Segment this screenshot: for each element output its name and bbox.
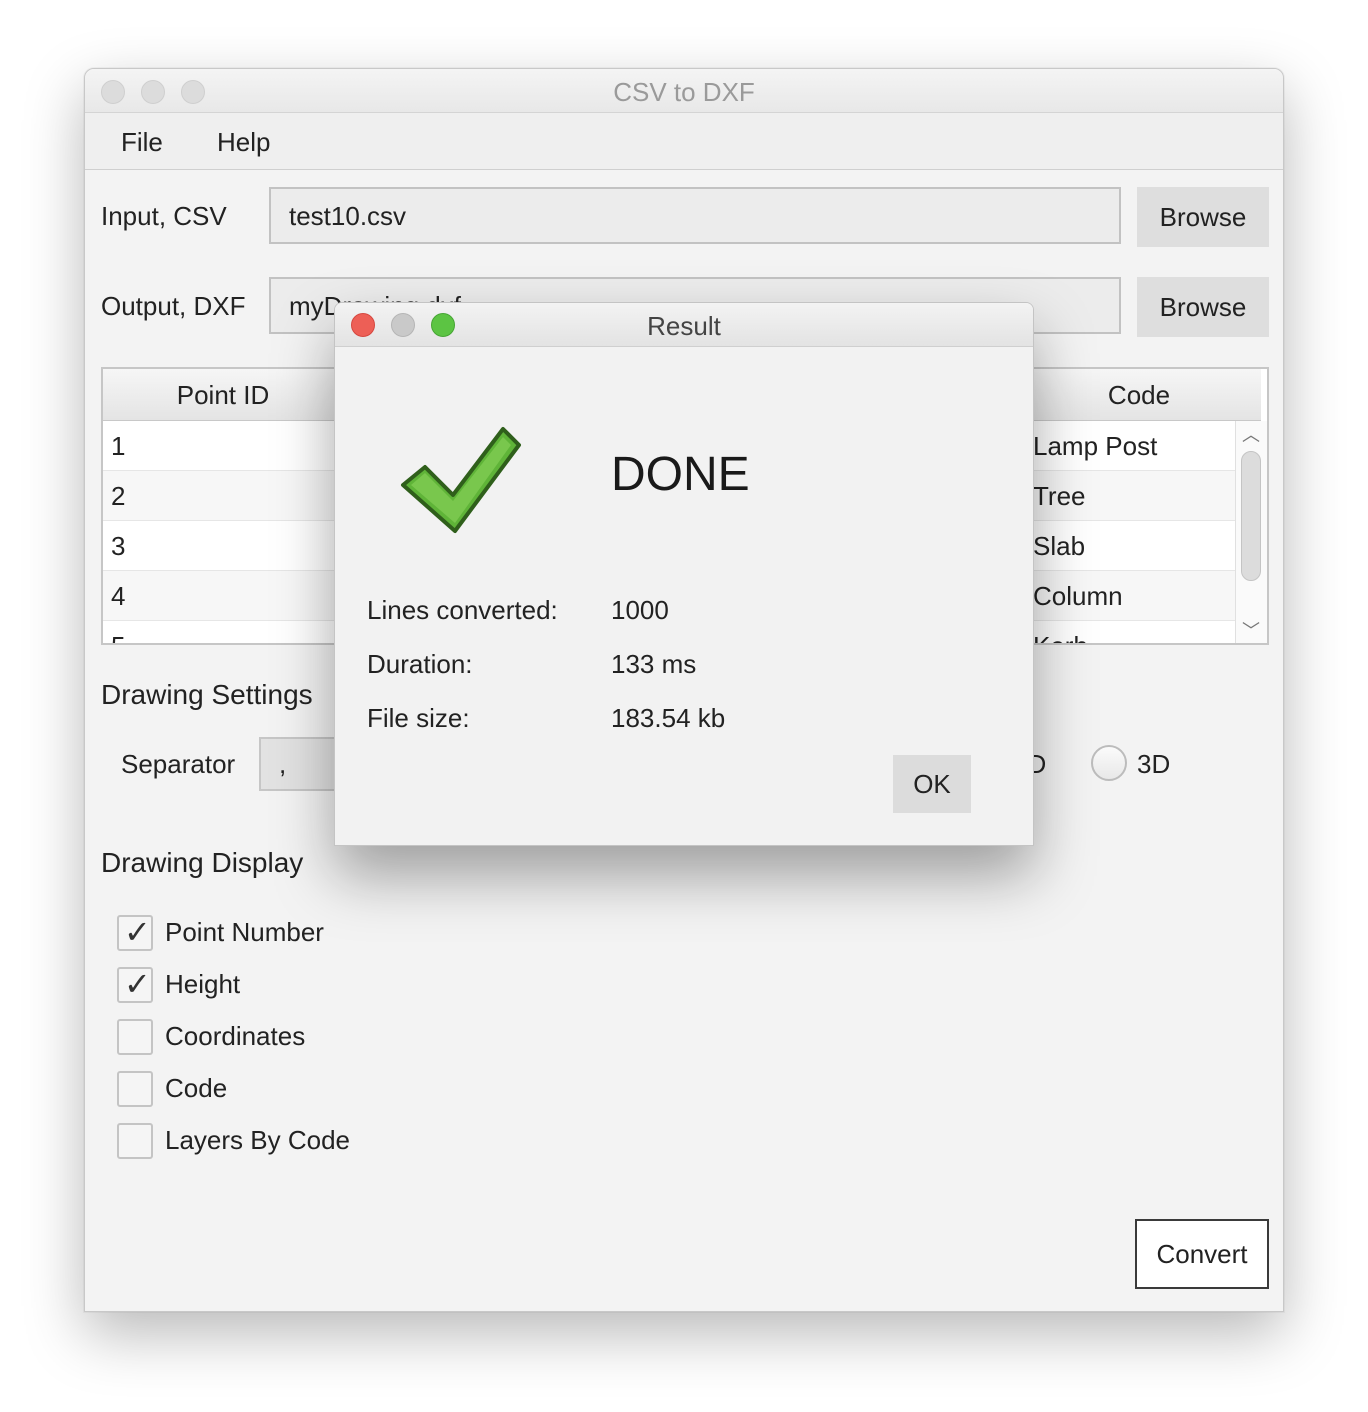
- checkmark-icon: [401, 427, 521, 533]
- cell-code: Kerb: [1033, 631, 1088, 643]
- cell-point-id: 5: [111, 631, 125, 643]
- input-csv-label: Input, CSV: [101, 201, 227, 231]
- window-titlebar: CSV to DXF: [85, 69, 1283, 113]
- checkbox-box[interactable]: [117, 1123, 153, 1159]
- checkbox-box[interactable]: [117, 1019, 153, 1055]
- lines-converted-label: Lines converted:: [367, 595, 558, 625]
- column-header-code[interactable]: Code: [1017, 369, 1261, 421]
- checkbox-box[interactable]: ✓: [117, 966, 153, 1003]
- duration-value: 133 ms: [611, 649, 697, 679]
- cell-point-id: 2: [111, 481, 126, 511]
- scrollbar-thumb[interactable]: [1241, 451, 1261, 581]
- menu-file[interactable]: File: [121, 127, 163, 158]
- cell-point-id: 4: [111, 581, 126, 611]
- scroll-up-icon[interactable]: ︿: [1242, 421, 1260, 447]
- dialog-titlebar: Result: [335, 303, 1033, 347]
- window-title: CSV to DXF: [613, 77, 755, 107]
- menubar: File Help: [85, 113, 1283, 170]
- checkbox-label: Code: [165, 1073, 228, 1103]
- checkbox-label: Height: [165, 969, 241, 999]
- drawing-display-title: Drawing Display: [101, 847, 304, 878]
- table-scrollbar[interactable]: ︿ ﹀: [1235, 421, 1267, 643]
- checkbox-box[interactable]: [117, 1071, 153, 1107]
- cell-point-id: 1: [111, 431, 126, 461]
- scroll-down-icon[interactable]: ﹀: [1242, 617, 1260, 643]
- result-dialog: Result DONE Lines converted: 1000 Durati…: [334, 302, 1034, 846]
- cell-code: Column: [1033, 581, 1123, 611]
- menu-help[interactable]: Help: [217, 127, 270, 158]
- file-size-label: File size:: [367, 703, 470, 733]
- ok-button[interactable]: OK: [893, 755, 971, 813]
- checkmark-icon: ✓: [124, 914, 151, 950]
- output-browse-button[interactable]: Browse: [1137, 277, 1269, 337]
- column-header-point-id[interactable]: Point ID: [103, 369, 343, 421]
- radio-3d[interactable]: [1091, 745, 1127, 781]
- separator-label: Separator: [121, 749, 236, 779]
- checkbox-label: Point Number: [165, 917, 324, 947]
- checkbox-label: Coordinates: [165, 1021, 306, 1051]
- convert-button[interactable]: Convert: [1135, 1219, 1269, 1289]
- output-dxf-label: Output, DXF: [101, 291, 246, 321]
- file-size-value: 183.54 kb: [611, 703, 726, 733]
- checkmark-icon: ✓: [124, 966, 151, 1002]
- input-browse-button[interactable]: Browse: [1137, 187, 1269, 247]
- cell-code: Tree: [1033, 481, 1086, 511]
- lines-converted-value: 1000: [611, 595, 669, 625]
- checkbox-label: Layers By Code: [165, 1125, 350, 1155]
- radio-3d-label: 3D: [1137, 749, 1171, 779]
- separator-value: ,: [279, 749, 287, 779]
- input-csv-field[interactable]: test10.csv: [269, 187, 1121, 244]
- drawing-settings-title: Drawing Settings: [101, 679, 313, 710]
- cell-point-id: 3: [111, 531, 126, 561]
- checkbox-box[interactable]: ✓: [117, 914, 153, 951]
- status-text: DONE: [611, 448, 750, 501]
- dialog-title: Result: [647, 311, 721, 341]
- cell-code: Lamp Post: [1033, 431, 1158, 461]
- duration-label: Duration:: [367, 649, 473, 679]
- cell-code: Slab: [1033, 531, 1086, 561]
